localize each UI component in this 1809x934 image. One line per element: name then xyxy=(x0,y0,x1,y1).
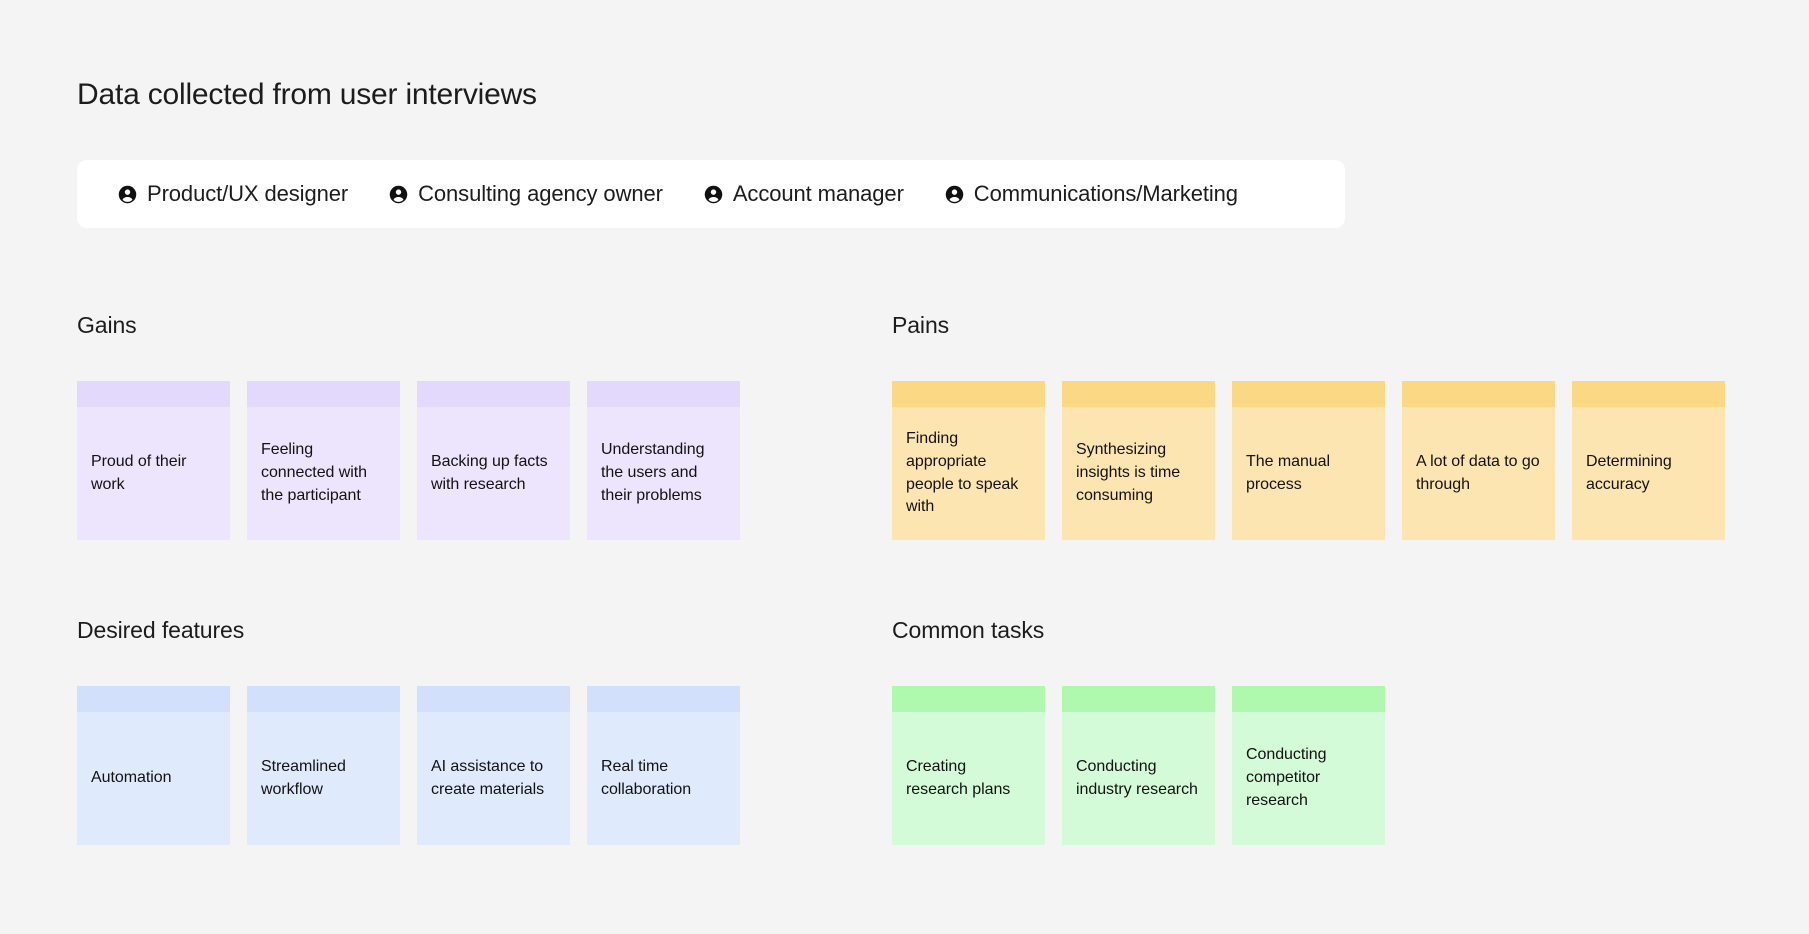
card-text: Conducting industry research xyxy=(1076,757,1198,798)
tab-persona-1[interactable]: Consulting agency owner xyxy=(368,173,683,215)
card-list-pains: Finding appropriate people to speak with… xyxy=(892,381,1725,540)
sticky-note-card[interactable]: Streamlined workflow xyxy=(247,686,400,845)
card-header-strip xyxy=(1232,381,1385,407)
card-text: AI assistance to create materials xyxy=(431,757,545,798)
card-header-strip xyxy=(892,686,1045,712)
card-text: Backing up facts with research xyxy=(431,452,548,493)
card-body: Automation xyxy=(77,712,230,845)
card-text: Understanding the users and their proble… xyxy=(601,441,705,504)
card-body: Conducting industry research xyxy=(1062,712,1215,845)
card-text: Streamlined workflow xyxy=(261,757,346,798)
card-header-strip xyxy=(587,686,740,712)
card-text: Conducting competitor research xyxy=(1246,746,1327,809)
card-text: A lot of data to go through xyxy=(1416,452,1540,493)
section-title-pains: Pains xyxy=(892,312,950,338)
card-header-strip xyxy=(77,686,230,712)
section-gains: Gains Proud of their work Feeling connecte… xyxy=(77,314,740,540)
sticky-note-card[interactable]: The manual process xyxy=(1232,381,1385,540)
person-circle-icon xyxy=(117,184,138,205)
card-body: Real time collaboration xyxy=(587,712,740,845)
card-body: Feeling connected with the participant xyxy=(247,407,400,540)
card-text: Creating research plans xyxy=(906,757,1011,798)
card-header-strip xyxy=(1402,381,1555,407)
sticky-note-card[interactable]: Finding appropriate people to speak with xyxy=(892,381,1045,540)
card-text: Real time collaboration xyxy=(601,757,692,798)
person-circle-icon xyxy=(944,184,965,205)
tab-label: Account manager xyxy=(732,181,904,206)
card-header-strip xyxy=(417,686,570,712)
card-header-strip xyxy=(247,686,400,712)
sticky-note-card[interactable]: Backing up facts with research xyxy=(417,381,570,540)
interview-data-board: Data collected from user interviews Prod… xyxy=(0,0,1809,934)
card-body: Understanding the users and their proble… xyxy=(587,407,740,540)
card-body: Creating research plans xyxy=(892,712,1045,845)
card-body: Finding appropriate people to speak with xyxy=(892,407,1045,540)
sticky-note-card[interactable]: Proud of their work xyxy=(77,381,230,540)
card-header-strip xyxy=(247,381,400,407)
card-body: A lot of data to go through xyxy=(1402,407,1555,540)
card-list-gains: Proud of their work Feeling connected wit… xyxy=(77,381,740,540)
persona-tab-bar: Product/UX designer Consulting agency own… xyxy=(77,160,1345,228)
card-text: Feeling connected with the participant xyxy=(261,441,368,504)
card-header-strip xyxy=(1062,686,1215,712)
card-header-strip xyxy=(892,381,1045,407)
tab-persona-0[interactable]: Product/UX designer xyxy=(97,173,368,215)
tab-persona-2[interactable]: Account manager xyxy=(683,173,924,215)
sticky-note-card[interactable]: Conducting competitor research xyxy=(1232,686,1385,845)
section-title-tasks: Common tasks xyxy=(892,617,1045,643)
card-body: The manual process xyxy=(1232,407,1385,540)
section-common-tasks: Common tasks Creating research plans Condu… xyxy=(892,619,1385,845)
person-circle-icon xyxy=(703,184,724,205)
tab-label: Product/UX designer xyxy=(147,181,349,206)
card-body: Streamlined workflow xyxy=(247,712,400,845)
card-body: Synthesizing insights is time consuming xyxy=(1062,407,1215,540)
section-desired-features: Desired features Automation Streamlined wo… xyxy=(77,619,740,845)
card-text: Automation xyxy=(91,769,172,787)
card-text: Determining accuracy xyxy=(1586,452,1672,493)
card-body: Determining accuracy xyxy=(1572,407,1725,540)
card-text: Synthesizing insights is time consuming xyxy=(1076,441,1181,504)
section-pains: Pains Finding appropriate people to speak… xyxy=(892,314,1725,540)
card-text: The manual process xyxy=(1246,452,1330,493)
card-header-strip xyxy=(1232,686,1385,712)
card-text: Proud of their work xyxy=(91,452,187,493)
card-body: AI assistance to create materials xyxy=(417,712,570,845)
person-circle-icon xyxy=(388,184,409,205)
sticky-note-card[interactable]: AI assistance to create materials xyxy=(417,686,570,845)
card-text: Finding appropriate people to speak with xyxy=(906,430,1019,516)
card-list-desired: Automation Streamlined workflow AI assista… xyxy=(77,686,740,845)
card-header-strip xyxy=(417,381,570,407)
sticky-note-card[interactable]: Creating research plans xyxy=(892,686,1045,845)
sticky-note-card[interactable]: Synthesizing insights is time consuming xyxy=(1062,381,1215,540)
tab-label: Consulting agency owner xyxy=(418,181,663,206)
card-body: Proud of their work xyxy=(77,407,230,540)
card-body: Backing up facts with research xyxy=(417,407,570,540)
tab-label: Communications/Marketing xyxy=(973,181,1238,206)
sticky-note-card[interactable]: Determining accuracy xyxy=(1572,381,1725,540)
card-header-strip xyxy=(587,381,740,407)
card-header-strip xyxy=(77,381,230,407)
sticky-note-card[interactable]: Understanding the users and their proble… xyxy=(587,381,740,540)
card-list-tasks: Creating research plans Conducting indust… xyxy=(892,686,1385,845)
page-title: Data collected from user interviews xyxy=(77,78,537,111)
sticky-note-card[interactable]: Real time collaboration xyxy=(587,686,740,845)
card-header-strip xyxy=(1062,381,1215,407)
card-body: Conducting competitor research xyxy=(1232,712,1385,845)
section-title-desired: Desired features xyxy=(77,617,245,643)
card-header-strip xyxy=(1572,381,1725,407)
sticky-note-card[interactable]: Automation xyxy=(77,686,230,845)
sticky-note-card[interactable]: Feeling connected with the participant xyxy=(247,381,400,540)
section-title-gains: Gains xyxy=(77,312,137,338)
sticky-note-card[interactable]: A lot of data to go through xyxy=(1402,381,1555,540)
tab-persona-3[interactable]: Communications/Marketing xyxy=(924,173,1258,215)
sticky-note-card[interactable]: Conducting industry research xyxy=(1062,686,1215,845)
